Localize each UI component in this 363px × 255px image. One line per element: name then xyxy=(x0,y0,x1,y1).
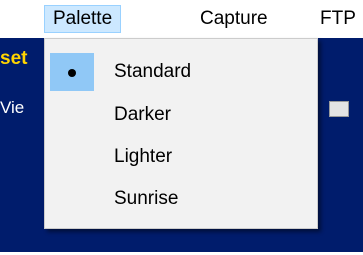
app-view-label: Vie xyxy=(0,98,25,117)
app-checkbox[interactable] xyxy=(329,101,349,117)
palette-option-label: Lighter xyxy=(114,146,173,167)
radio-bullet-icon xyxy=(68,69,76,77)
palette-option-sunrise[interactable]: Sunrise xyxy=(45,178,317,220)
palette-option-label: Standard xyxy=(114,61,192,82)
menu-ftp[interactable]: FTP xyxy=(311,5,363,33)
menu-capture[interactable]: Capture xyxy=(191,5,277,33)
app-section-title: set xyxy=(0,48,28,69)
palette-option-label: Sunrise xyxy=(114,188,179,209)
palette-option-standard[interactable]: Standard xyxy=(45,51,317,93)
palette-option-label: Darker xyxy=(114,104,172,125)
menu-bar: Palette Capture FTP xyxy=(0,0,363,38)
palette-dropdown-menu: Standard Darker Lighter Sunrise xyxy=(44,38,318,229)
palette-option-lighter[interactable]: Lighter xyxy=(45,136,317,178)
palette-option-darker[interactable]: Darker xyxy=(45,94,317,136)
check-highlight xyxy=(50,53,94,91)
menu-palette[interactable]: Palette xyxy=(44,5,122,33)
